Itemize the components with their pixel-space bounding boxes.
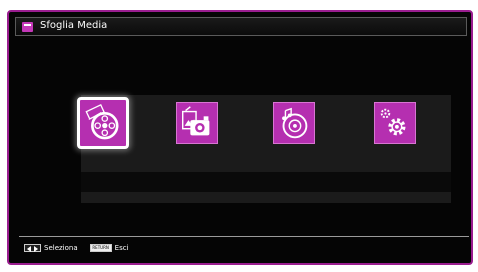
photo-camera-icon	[182, 106, 210, 136]
panel-shadow	[81, 172, 451, 192]
footer-divider	[19, 236, 469, 237]
exit-hint-label: Esci	[114, 244, 129, 252]
music-tile[interactable]	[273, 102, 315, 144]
select-hint-label: Seleziona	[44, 244, 78, 252]
media-browser-screen: Sfoglia Media Seleziona RETURN Esci	[7, 10, 473, 265]
page-title: Sfoglia Media	[40, 20, 108, 31]
settings-tile[interactable]	[374, 102, 416, 144]
film-reel-icon	[85, 104, 119, 140]
title-bar: Sfoglia Media	[15, 17, 467, 36]
left-right-arrows-key-icon	[24, 244, 41, 252]
video-tile[interactable]	[77, 97, 129, 149]
media-browser-icon	[22, 22, 33, 32]
return-key-icon: RETURN	[89, 244, 112, 252]
footer-hints: Seleziona RETURN Esci	[24, 242, 129, 254]
settings-gear-icon	[380, 108, 406, 136]
music-disc-icon	[282, 107, 308, 139]
photo-tile[interactable]	[176, 102, 218, 144]
